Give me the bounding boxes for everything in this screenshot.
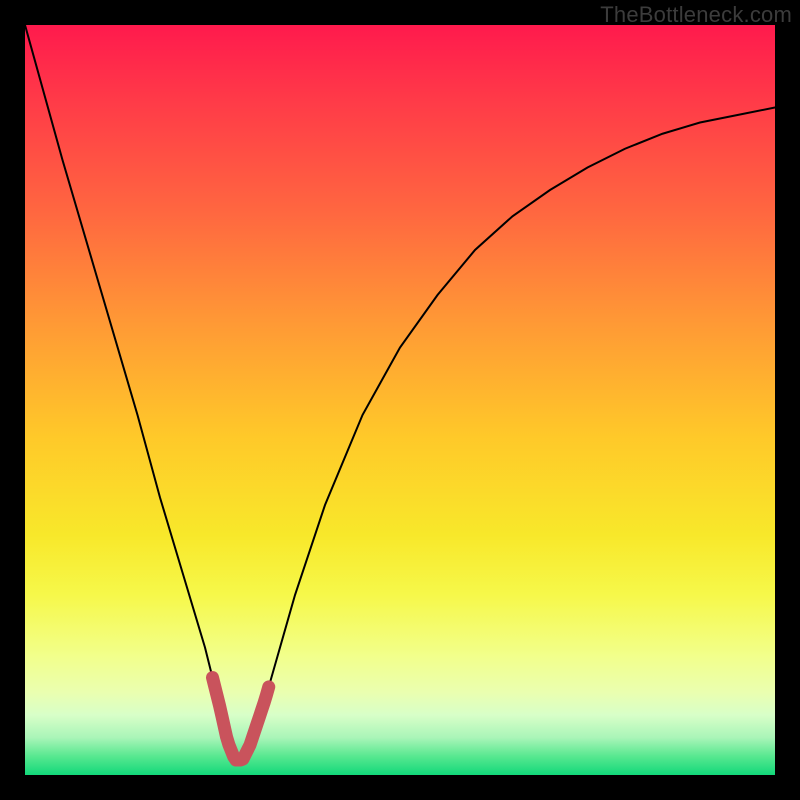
watermark-text: TheBottleneck.com — [600, 2, 792, 28]
bottleneck-curve — [25, 25, 775, 760]
chart-container: TheBottleneck.com — [0, 0, 800, 800]
plot-area — [25, 25, 775, 775]
optimal-range-highlight — [213, 678, 269, 761]
curve-layer — [25, 25, 775, 775]
